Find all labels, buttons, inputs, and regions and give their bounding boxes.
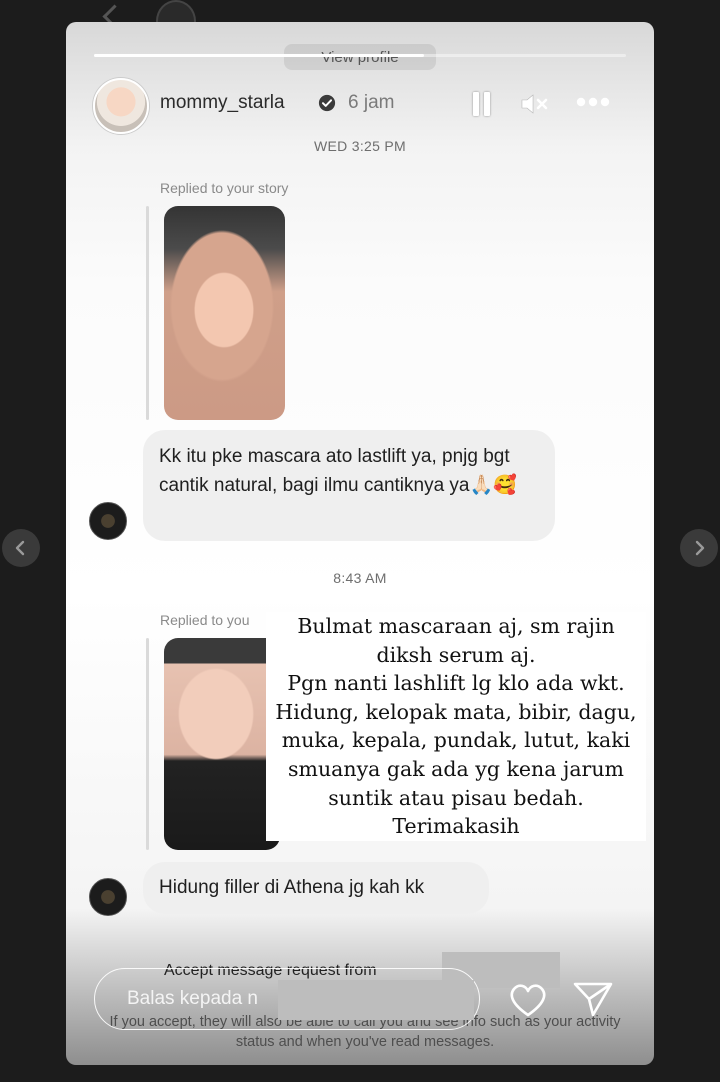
overlay-line: Pgn nanti lashlift lg klo ada wkt. (287, 671, 625, 696)
chevron-right-icon (695, 540, 705, 556)
overlay-line: Bulmat mascaraan aj, sm rajin (297, 614, 615, 638)
pause-icon[interactable] (472, 92, 492, 116)
story-author-avatar[interactable] (93, 78, 149, 134)
reply-indicator-bar (146, 638, 149, 850)
overlay-line: suntik atau pisau bedah. (328, 785, 584, 810)
story-time-ago: 6 jam (348, 92, 395, 113)
overlay-line: Hidung, kelopak mata, bibir, dagu, (275, 699, 637, 724)
message-bubble[interactable]: Hidung filler di Athena jg kah kk (143, 862, 489, 914)
replied-story-thumbnail[interactable] (164, 638, 280, 850)
reply-indicator-bar (146, 206, 149, 420)
story-overlay-text: Bulmat mascaraan aj, sm rajin diksh seru… (266, 612, 646, 841)
sender-avatar[interactable] (89, 502, 127, 540)
replied-to-story-label: Replied to you (160, 612, 250, 628)
replied-to-story-label: Replied to your story (160, 180, 289, 196)
story-author-username[interactable]: mommy_starla (160, 92, 285, 114)
message-bubble[interactable]: Kk itu pke mascara ato lastlift ya, pnjg… (143, 430, 555, 541)
overlay-line: diksh serum aj. (376, 642, 536, 667)
overlay-line: smuanya gak ada yg kena jarum (287, 756, 624, 781)
redacted-reply-block (278, 980, 474, 1020)
heart-icon[interactable] (508, 982, 548, 1018)
story-progress-bar (94, 54, 626, 57)
story-viewer[interactable]: View profile mommy_starla 6 jam WED 3:25… (66, 22, 654, 1065)
message-timestamp: WED 3:25 PM (314, 138, 406, 154)
previous-story-button[interactable] (2, 529, 40, 567)
overlay-line: Terimakasih (392, 814, 520, 839)
verified-badge-icon (318, 94, 336, 112)
overlay-line: muka, kepala, pundak, lutut, kaki (281, 728, 631, 753)
replied-story-thumbnail[interactable] (164, 206, 285, 420)
story-progress-fill (94, 54, 424, 57)
sender-avatar[interactable] (89, 878, 127, 916)
more-horizontal-icon[interactable] (575, 96, 611, 108)
paper-plane-icon[interactable] (572, 980, 614, 1018)
next-story-button[interactable] (680, 529, 718, 567)
view-profile-button[interactable]: View profile (284, 44, 436, 70)
chevron-left-icon (15, 540, 25, 556)
speaker-muted-icon[interactable] (520, 92, 550, 116)
message-timestamp: 8:43 AM (333, 570, 387, 586)
